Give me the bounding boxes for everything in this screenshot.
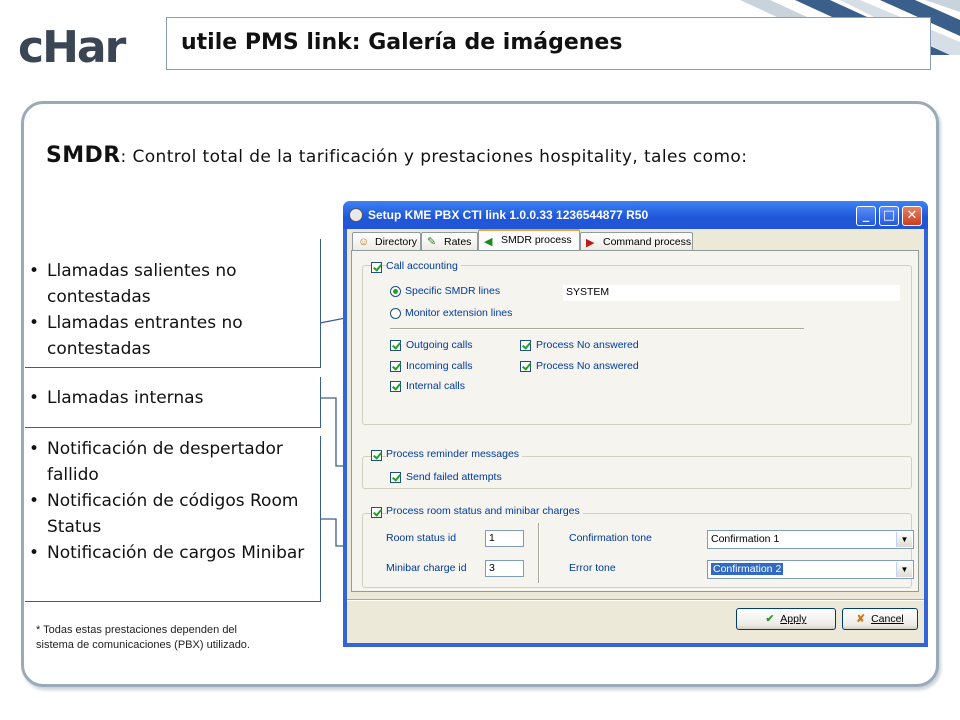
smdr-tab-page: Call accounting Specific SMDR lines SYST… bbox=[351, 250, 919, 592]
specific-smdr-radio[interactable] bbox=[390, 286, 401, 297]
separator bbox=[390, 328, 804, 330]
close-button[interactable]: ✕ bbox=[902, 206, 922, 226]
room-status-checkbox[interactable] bbox=[371, 507, 382, 518]
maximize-button[interactable]: □ bbox=[879, 206, 899, 226]
confirmation-tone-select[interactable]: Confirmation 1 ▼ bbox=[707, 530, 914, 549]
setup-window: Setup KME PBX CTI link 1.0.0.33 12365448… bbox=[343, 201, 928, 647]
error-tone-label: Error tone bbox=[569, 562, 616, 574]
call-accounting-label: Call accounting bbox=[386, 260, 461, 272]
cancel-button[interactable]: ✘ Cancel bbox=[842, 608, 918, 630]
process-no-answered-checkbox-1[interactable] bbox=[520, 340, 531, 351]
process-no-answered-label-2: Process No answered bbox=[536, 360, 639, 372]
bracket-calls bbox=[25, 239, 321, 368]
section-heading: SMDR: Control total de la tarificación y… bbox=[46, 143, 747, 168]
reminder-label: Process reminder messages bbox=[386, 448, 523, 460]
confirmation-tone-label: Confirmation tone bbox=[569, 532, 652, 544]
monitor-extension-label: Monitor extension lines bbox=[405, 307, 513, 319]
room-status-id-label: Room status id bbox=[386, 532, 457, 544]
send-failed-checkbox[interactable] bbox=[390, 472, 401, 483]
bracket-notifications bbox=[25, 436, 321, 602]
chevron-down-icon[interactable]: ▼ bbox=[896, 562, 912, 577]
process-no-answered-label-1: Process No answered bbox=[536, 339, 639, 351]
apply-button[interactable]: ✔ Apply bbox=[736, 608, 836, 630]
app-icon bbox=[349, 208, 363, 222]
cancel-icon: ✘ bbox=[856, 613, 866, 625]
minibar-id-field[interactable]: 3 bbox=[485, 560, 524, 577]
room-status-id-field[interactable]: 1 bbox=[485, 530, 524, 547]
confirmation-tone-value: Confirmation 1 bbox=[711, 533, 780, 545]
specific-smdr-label: Specific SMDR lines bbox=[405, 285, 501, 297]
bracket-internal bbox=[25, 377, 321, 428]
checkmark-icon: ✔ bbox=[765, 613, 775, 625]
page-title: utile PMS link: Galería de imágenes bbox=[181, 30, 623, 55]
vertical-separator bbox=[538, 523, 540, 583]
footer-separator bbox=[347, 599, 924, 601]
error-tone-select[interactable]: Confirmation 2 ▼ bbox=[707, 560, 914, 579]
send-failed-label: Send failed attempts bbox=[406, 471, 502, 483]
smdr-lines-field[interactable]: SYSTEM bbox=[562, 284, 900, 301]
internal-calls-checkbox[interactable] bbox=[390, 381, 401, 392]
outgoing-calls-checkbox[interactable] bbox=[390, 340, 401, 351]
tab-smdr-process[interactable]: ◀ SMDR process bbox=[478, 229, 580, 251]
window-title: Setup KME PBX CTI link 1.0.0.33 12365448… bbox=[368, 208, 649, 222]
tab-rates[interactable]: ✎ Rates bbox=[421, 232, 478, 250]
monitor-extension-radio[interactable] bbox=[390, 308, 401, 319]
tab-command-process[interactable]: ▶ Command process bbox=[580, 232, 693, 250]
arrow-left-icon: ◀ bbox=[484, 236, 493, 248]
reminder-checkbox[interactable] bbox=[371, 450, 382, 461]
window-body: ☺ Directory ✎ Rates ◀ SMDR process ▶ Command… bbox=[347, 229, 924, 643]
outgoing-calls-label: Outgoing calls bbox=[406, 339, 473, 351]
char-logo: cHar bbox=[18, 22, 129, 68]
call-accounting-checkbox[interactable] bbox=[371, 262, 382, 273]
tab-directory[interactable]: ☺ Directory bbox=[352, 232, 421, 250]
chevron-down-icon[interactable]: ▼ bbox=[896, 532, 912, 547]
rates-icon: ✎ bbox=[427, 236, 437, 248]
room-status-label: Process room status and minibar charges bbox=[386, 505, 583, 517]
heading-smdr: SMDR bbox=[46, 143, 121, 168]
footnote-line: sistema de comunicaciones (PBX) utilizad… bbox=[36, 639, 250, 651]
minimize-button[interactable]: _ bbox=[856, 206, 876, 226]
arrow-right-icon: ▶ bbox=[586, 237, 595, 249]
footnote: * Todas estas prestaciones dependen del … bbox=[36, 623, 250, 653]
incoming-calls-checkbox[interactable] bbox=[390, 361, 401, 372]
minibar-id-label: Minibar charge id bbox=[386, 562, 467, 574]
incoming-calls-label: Incoming calls bbox=[406, 360, 473, 372]
heading-text: : Control total de la tarificación y pre… bbox=[120, 147, 748, 167]
footnote-line: * Todas estas prestaciones dependen del bbox=[36, 624, 237, 636]
error-tone-value: Confirmation 2 bbox=[711, 563, 784, 575]
process-no-answered-checkbox-2[interactable] bbox=[520, 361, 531, 372]
window-titlebar[interactable]: Setup KME PBX CTI link 1.0.0.33 12365448… bbox=[343, 201, 928, 229]
title-box: utile PMS link: Galería de imágenes bbox=[166, 17, 931, 70]
people-icon: ☺ bbox=[358, 236, 370, 248]
internal-calls-label: Internal calls bbox=[406, 380, 465, 392]
logo-text: cHar bbox=[18, 22, 127, 68]
